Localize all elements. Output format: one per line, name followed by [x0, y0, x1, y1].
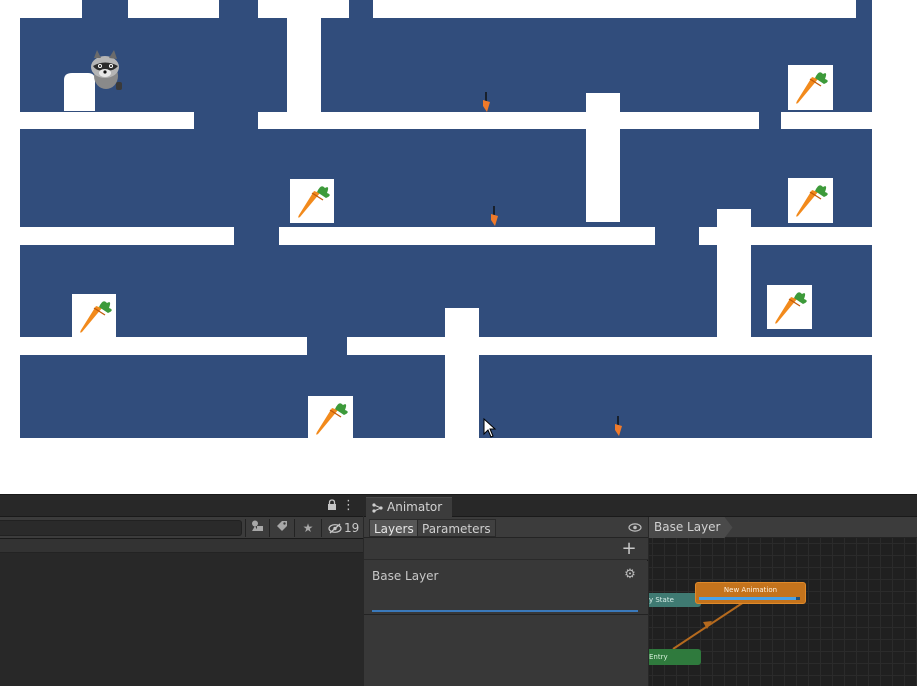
- game-view[interactable]: [0, 0, 891, 494]
- hierarchy-panel: ⋮ ★ 19: [0, 495, 363, 686]
- animator-icon: [372, 502, 383, 513]
- carrot-pickup: [308, 396, 353, 438]
- layer-weight-bar: [372, 610, 638, 612]
- graph-header: Base Layer: [649, 517, 917, 538]
- platform-row2-a: [20, 227, 234, 245]
- platform-row3-a: [20, 337, 307, 355]
- toolbar-separator: [294, 519, 295, 537]
- filter-by-label-icon[interactable]: [271, 519, 293, 537]
- platform-top-3: [258, 0, 349, 18]
- new-animation-node[interactable]: New Animation: [695, 582, 806, 604]
- platform-top-2: [128, 0, 219, 18]
- animator-window: Animator Layers Parameters + Base Layer …: [364, 495, 917, 686]
- pillar-3: [717, 209, 751, 337]
- animator-sidebar: Layers Parameters + Base Layer ⚙: [364, 517, 648, 686]
- animator-tab-bar: Animator: [364, 495, 917, 517]
- layer-list-empty-area: [364, 615, 648, 686]
- pillar-4: [445, 308, 479, 438]
- filter-by-type-icon[interactable]: [246, 519, 268, 537]
- tab-parameters[interactable]: Parameters: [417, 519, 496, 537]
- game-canvas[interactable]: [0, 0, 891, 494]
- favorites-star-icon[interactable]: ★: [297, 519, 319, 537]
- platform-row1-c: [781, 112, 872, 129]
- state-progress-bar: [699, 597, 800, 600]
- platform-row2-b: [279, 227, 655, 245]
- add-layer-button[interactable]: +: [620, 539, 638, 559]
- hierarchy-toolbar: ★ 19: [0, 517, 363, 539]
- kebab-menu-icon[interactable]: ⋮: [342, 498, 355, 514]
- carrot-pickup: [290, 179, 334, 223]
- carrot-pickup: [788, 65, 833, 110]
- hidden-count-label: 19: [344, 521, 360, 535]
- layers-parameters-tabs: Layers Parameters: [364, 517, 648, 538]
- platform-top-4: [373, 0, 856, 18]
- eye-slash-icon: [328, 523, 342, 533]
- hierarchy-tab-bar: ⋮: [0, 495, 363, 517]
- carrot-pickup: [788, 178, 833, 223]
- layer-item[interactable]: Base Layer ⚙: [364, 561, 648, 615]
- platform-top-1: [20, 0, 82, 18]
- toolbar-separator: [269, 519, 270, 537]
- carrot-pickup: [72, 294, 116, 337]
- eye-icon[interactable]: [627, 519, 643, 537]
- pillar-1: [287, 18, 321, 112]
- toolbar-separator: [321, 519, 322, 537]
- player-block: [64, 73, 95, 111]
- carrot-pickup: [767, 285, 812, 329]
- breadcrumb[interactable]: Base Layer: [649, 517, 733, 538]
- hierarchy-list[interactable]: [0, 553, 363, 686]
- any-state-node[interactable]: y State: [649, 593, 701, 607]
- lock-icon[interactable]: [325, 498, 339, 514]
- gear-icon[interactable]: ⚙: [622, 567, 638, 583]
- pillar-2: [586, 93, 620, 222]
- hidden-objects-toggle[interactable]: 19: [328, 519, 359, 537]
- tab-animator[interactable]: Animator: [366, 497, 453, 517]
- search-input[interactable]: [0, 520, 242, 536]
- platform-row3-b: [347, 337, 872, 355]
- game-view-gutter: [891, 0, 917, 494]
- tab-layers[interactable]: Layers: [369, 519, 419, 537]
- animator-tab-label: Animator: [387, 500, 443, 514]
- state-machine-graph[interactable]: y State New Animation Entry: [649, 538, 917, 686]
- hierarchy-header-row: [0, 539, 363, 553]
- platform-row1-b: [258, 112, 759, 129]
- platform-row1-a: [20, 112, 194, 129]
- new-animation-label: New Animation: [723, 586, 778, 594]
- entry-node[interactable]: Entry: [649, 649, 701, 665]
- screen: ⋮ ★ 19 Animator Layers Parameters + Base…: [0, 0, 917, 686]
- layer-name: Base Layer: [372, 569, 439, 583]
- layer-add-row: +: [364, 538, 648, 560]
- editor-panels: ⋮ ★ 19 Animator Layers Parameters + Base…: [0, 494, 917, 686]
